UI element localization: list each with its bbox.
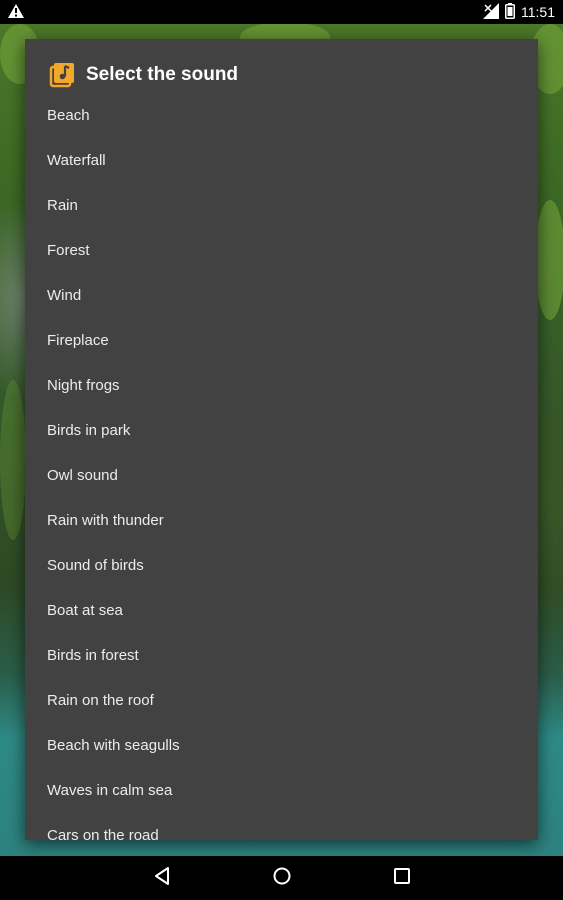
sound-item-rain[interactable]: Rain: [25, 183, 538, 228]
sound-item-sound-of-birds[interactable]: Sound of birds: [25, 543, 538, 588]
select-sound-dialog: Select the sound Beach Waterfall Rain Fo…: [25, 39, 538, 840]
sound-item-boat-at-sea[interactable]: Boat at sea: [25, 588, 538, 633]
sound-item-waterfall[interactable]: Waterfall: [25, 138, 538, 183]
sound-item-wind[interactable]: Wind: [25, 273, 538, 318]
status-time: 11:51: [521, 4, 555, 20]
dialog-title: Select the sound: [86, 64, 239, 85]
recents-icon: [393, 867, 411, 890]
music-note-icon: [48, 61, 76, 89]
status-bar: 11:51: [0, 0, 563, 24]
sound-item-fireplace[interactable]: Fireplace: [25, 318, 538, 363]
sound-item-night-frogs[interactable]: Night frogs: [25, 363, 538, 408]
home-icon: [272, 866, 292, 891]
sound-item-cars-on-the-road[interactable]: Cars on the road: [25, 813, 538, 840]
back-icon: [153, 866, 171, 891]
signal-icon: [483, 2, 499, 22]
sound-item-waves-in-calm-sea[interactable]: Waves in calm sea: [25, 768, 538, 813]
battery-icon: [505, 2, 515, 22]
sound-item-owl-sound[interactable]: Owl sound: [25, 453, 538, 498]
sound-item-beach-with-seagulls[interactable]: Beach with seagulls: [25, 723, 538, 768]
sound-item-rain-with-thunder[interactable]: Rain with thunder: [25, 498, 538, 543]
warning-icon: [8, 3, 24, 21]
navigation-bar: [0, 856, 563, 900]
sound-item-birds-in-forest[interactable]: Birds in forest: [25, 633, 538, 678]
sound-item-rain-on-the-roof[interactable]: Rain on the roof: [25, 678, 538, 723]
recents-button[interactable]: [382, 858, 422, 898]
home-button[interactable]: [262, 858, 302, 898]
sound-item-beach[interactable]: Beach: [25, 93, 538, 138]
sound-list: Beach Waterfall Rain Forest Wind Firepla…: [25, 93, 538, 840]
sound-item-forest[interactable]: Forest: [25, 228, 538, 273]
back-button[interactable]: [142, 858, 182, 898]
sound-item-birds-in-park[interactable]: Birds in park: [25, 408, 538, 453]
